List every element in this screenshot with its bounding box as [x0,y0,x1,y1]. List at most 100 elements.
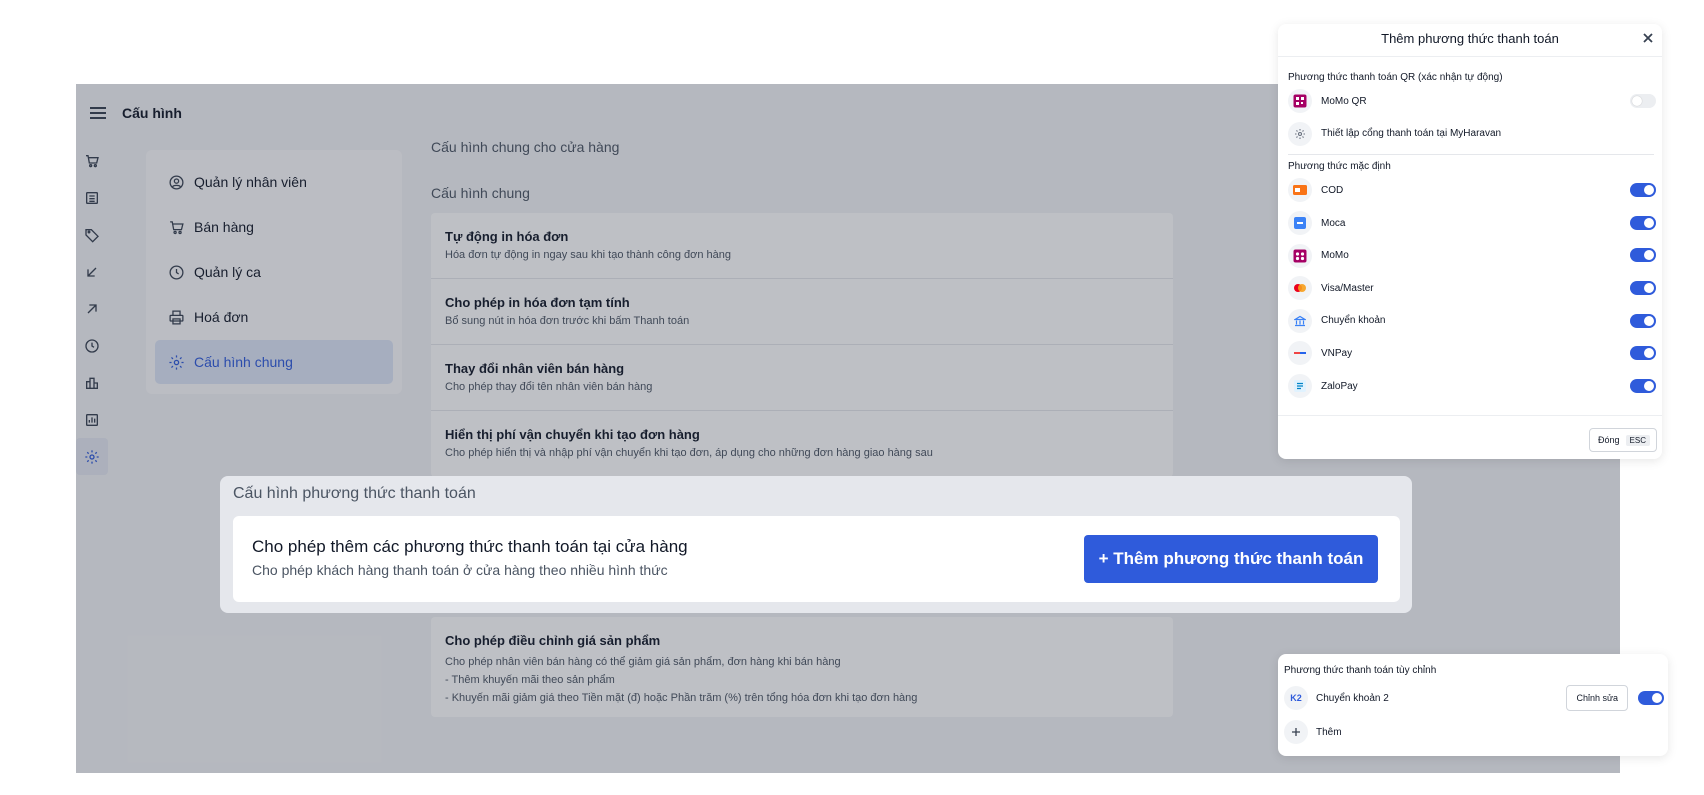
add-custom-method[interactable]: Thêm [1284,718,1664,746]
rail-arrow-down-left-icon[interactable] [76,253,108,290]
nav-item-label: Bán hàng [194,219,254,235]
setting-title: Cho phép điều chỉnh giá sản phẩm [445,633,661,648]
mastercard-icon [1288,276,1312,301]
payment-method-bank-transfer: Chuyển khoản [1278,305,1662,338]
payment-method-vnpay: VNPay [1278,337,1662,370]
setting-auto-print[interactable]: Tự động in hóa đơn Hóa đơn tự động in ng… [431,213,1173,279]
cart-icon [170,220,184,234]
page-title: Cấu hình [122,105,182,121]
default-section-title: Phương thức mặc định [1288,161,1391,173]
setting-title: Hiển thị phí vận chuyển khi tạo đơn hàng [445,427,700,442]
rail-tag-icon[interactable] [76,216,108,253]
setting-desc: Cho phép nhân viên bán hàng có thể giảm … [445,653,1159,707]
payment-method-label: MoMo [1321,250,1349,262]
setting-title: Tự động in hóa đơn [445,229,569,244]
content-heading: Cấu hình chung cho cửa hàng [431,139,620,155]
momo-icon [1288,243,1312,268]
payment-config-item-desc: Cho phép khách hàng thanh toán ở cửa hàn… [252,562,668,578]
payment-config-item-title: Cho phép thêm các phương thức thanh toán… [252,537,688,556]
rail-arrow-up-right-icon[interactable] [76,290,108,327]
custom-method-label: Chuyển khoản 2 [1316,692,1389,704]
zalopay-icon [1288,374,1312,399]
bank-transfer-toggle[interactable] [1630,313,1656,328]
setting-desc: Cho phép hiển thị và nhập phí vận chuyển… [445,447,933,459]
modal-header: Thêm phương thức thanh toán [1278,24,1662,57]
nav-item-shifts[interactable]: Quản lý ca [155,250,393,294]
nav-item-label: Cấu hình chung [194,354,293,370]
payment-method-label: Moca [1321,217,1346,229]
user-circle-icon [169,174,184,190]
setting-temp-invoice[interactable]: Cho phép in hóa đơn tạm tính Bổ sung nút… [431,279,1173,345]
payment-method-label: MoMo QR [1321,95,1367,107]
hamburger-menu-icon[interactable] [90,107,106,119]
qr-section-title: Phương thức thanh toán QR (xác nhận tự đ… [1288,72,1503,83]
nav-item-sales[interactable]: Bán hàng [155,205,393,249]
close-button[interactable]: Đóng ESC [1589,428,1657,452]
nav-item-general-config[interactable]: Cấu hình chung [155,340,393,384]
payment-config-item: Cho phép thêm các phương thức thanh toán… [233,516,1400,602]
gear-icon [1288,121,1312,146]
zalopay-toggle[interactable] [1630,378,1656,393]
add-payment-modal: Thêm phương thức thanh toán Phương thức … [1278,24,1662,459]
payment-config-title: Cấu hình phương thức thanh toán [233,485,476,502]
payment-method-momo: MoMo [1278,239,1662,272]
momo-toggle[interactable] [1630,248,1656,263]
cod-icon [1288,178,1312,203]
visa-master-toggle[interactable] [1630,280,1656,295]
cod-toggle[interactable] [1630,183,1656,198]
payment-method-label: Thiết lập cổng thanh toán tại MyHaravan [1321,128,1502,140]
bank-icon [1288,308,1312,333]
modal-title: Thêm phương thức thanh toán [1381,31,1559,46]
edit-button[interactable]: Chỉnh sửa [1566,685,1628,711]
nav-item-invoice[interactable]: Hoá đơn [155,295,393,339]
setting-desc-line: Cho phép nhân viên bán hàng có thể giảm … [445,656,841,668]
setting-title: Cho phép in hóa đơn tạm tính [445,295,630,310]
gear-icon [169,354,184,370]
setting-price-adjust[interactable]: Cho phép điều chỉnh giá sản phẩm Cho phé… [431,617,1173,717]
rail-list-icon[interactable] [76,179,108,216]
settings-content: Cấu hình chung cho cửa hàng Cấu hình chu… [431,139,1173,477]
payment-method-label: ZaloPay [1321,380,1358,392]
moca-toggle[interactable] [1630,215,1656,230]
settings-list: Tự động in hóa đơn Hóa đơn tự động in ng… [431,213,1173,477]
add-custom-method-label: Thêm [1316,726,1342,738]
custom-method-badge: K2 [1284,686,1308,710]
vnpay-toggle[interactable] [1630,346,1656,361]
payment-method-moca: Moca [1278,207,1662,240]
setting-desc-line: - Khuyến mãi giảm giá theo Tiền mặt (đ) … [445,692,918,704]
custom-method-row: K2 Chuyển khoản 2 Chỉnh sửa [1284,684,1664,712]
payment-method-cod: COD [1278,174,1662,207]
payment-method-label: VNPay [1321,347,1353,359]
section-heading: Cấu hình chung [431,185,530,201]
custom-section-title: Phương thức thanh toán tùy chỉnh [1284,665,1437,676]
close-icon[interactable] [1640,30,1656,46]
payment-method-label: Chuyển khoản [1321,315,1386,327]
moca-icon [1288,211,1312,236]
nav-item-staff[interactable]: Quản lý nhân viên [155,160,393,204]
plus-icon [1284,720,1308,744]
rail-chart-icon[interactable] [76,401,108,438]
setting-change-staff[interactable]: Thay đổi nhân viên bán hàng Cho phép tha… [431,345,1173,411]
payment-gateway-setup[interactable]: Thiết lập cổng thanh toán tại MyHaravan [1278,118,1662,151]
printer-icon [169,309,184,325]
payment-method-label: COD [1321,184,1344,196]
nav-item-label: Quản lý ca [194,264,261,280]
custom-method-toggle[interactable] [1638,691,1664,705]
payment-method-momo-qr: MoMo QR [1278,85,1662,118]
clock-icon [169,264,184,280]
rail-building-icon[interactable] [76,364,108,401]
nav-item-label: Quản lý nhân viên [194,174,307,190]
settings-nav: Quản lý nhân viên Bán hàng Quản lý ca Ho… [146,150,402,394]
momo-qr-toggle[interactable] [1630,94,1656,108]
rail-clock-icon[interactable] [76,327,108,364]
payment-method-visa-master: Visa/Master [1278,272,1662,305]
rail-cart-icon[interactable] [76,142,108,179]
setting-shipping-fee[interactable]: Hiển thị phí vận chuyển khi tạo đơn hàng… [431,411,1173,477]
add-payment-method-button[interactable]: + Thêm phương thức thanh toán [1084,535,1378,583]
icon-rail [76,142,108,475]
payment-config-panel: Cấu hình phương thức thanh toán Cho phép… [220,476,1412,613]
section-divider [1288,154,1654,156]
rail-gear-icon[interactable] [76,438,108,475]
modal-footer: Đóng ESC [1278,415,1662,459]
vnpay-icon [1288,341,1312,366]
